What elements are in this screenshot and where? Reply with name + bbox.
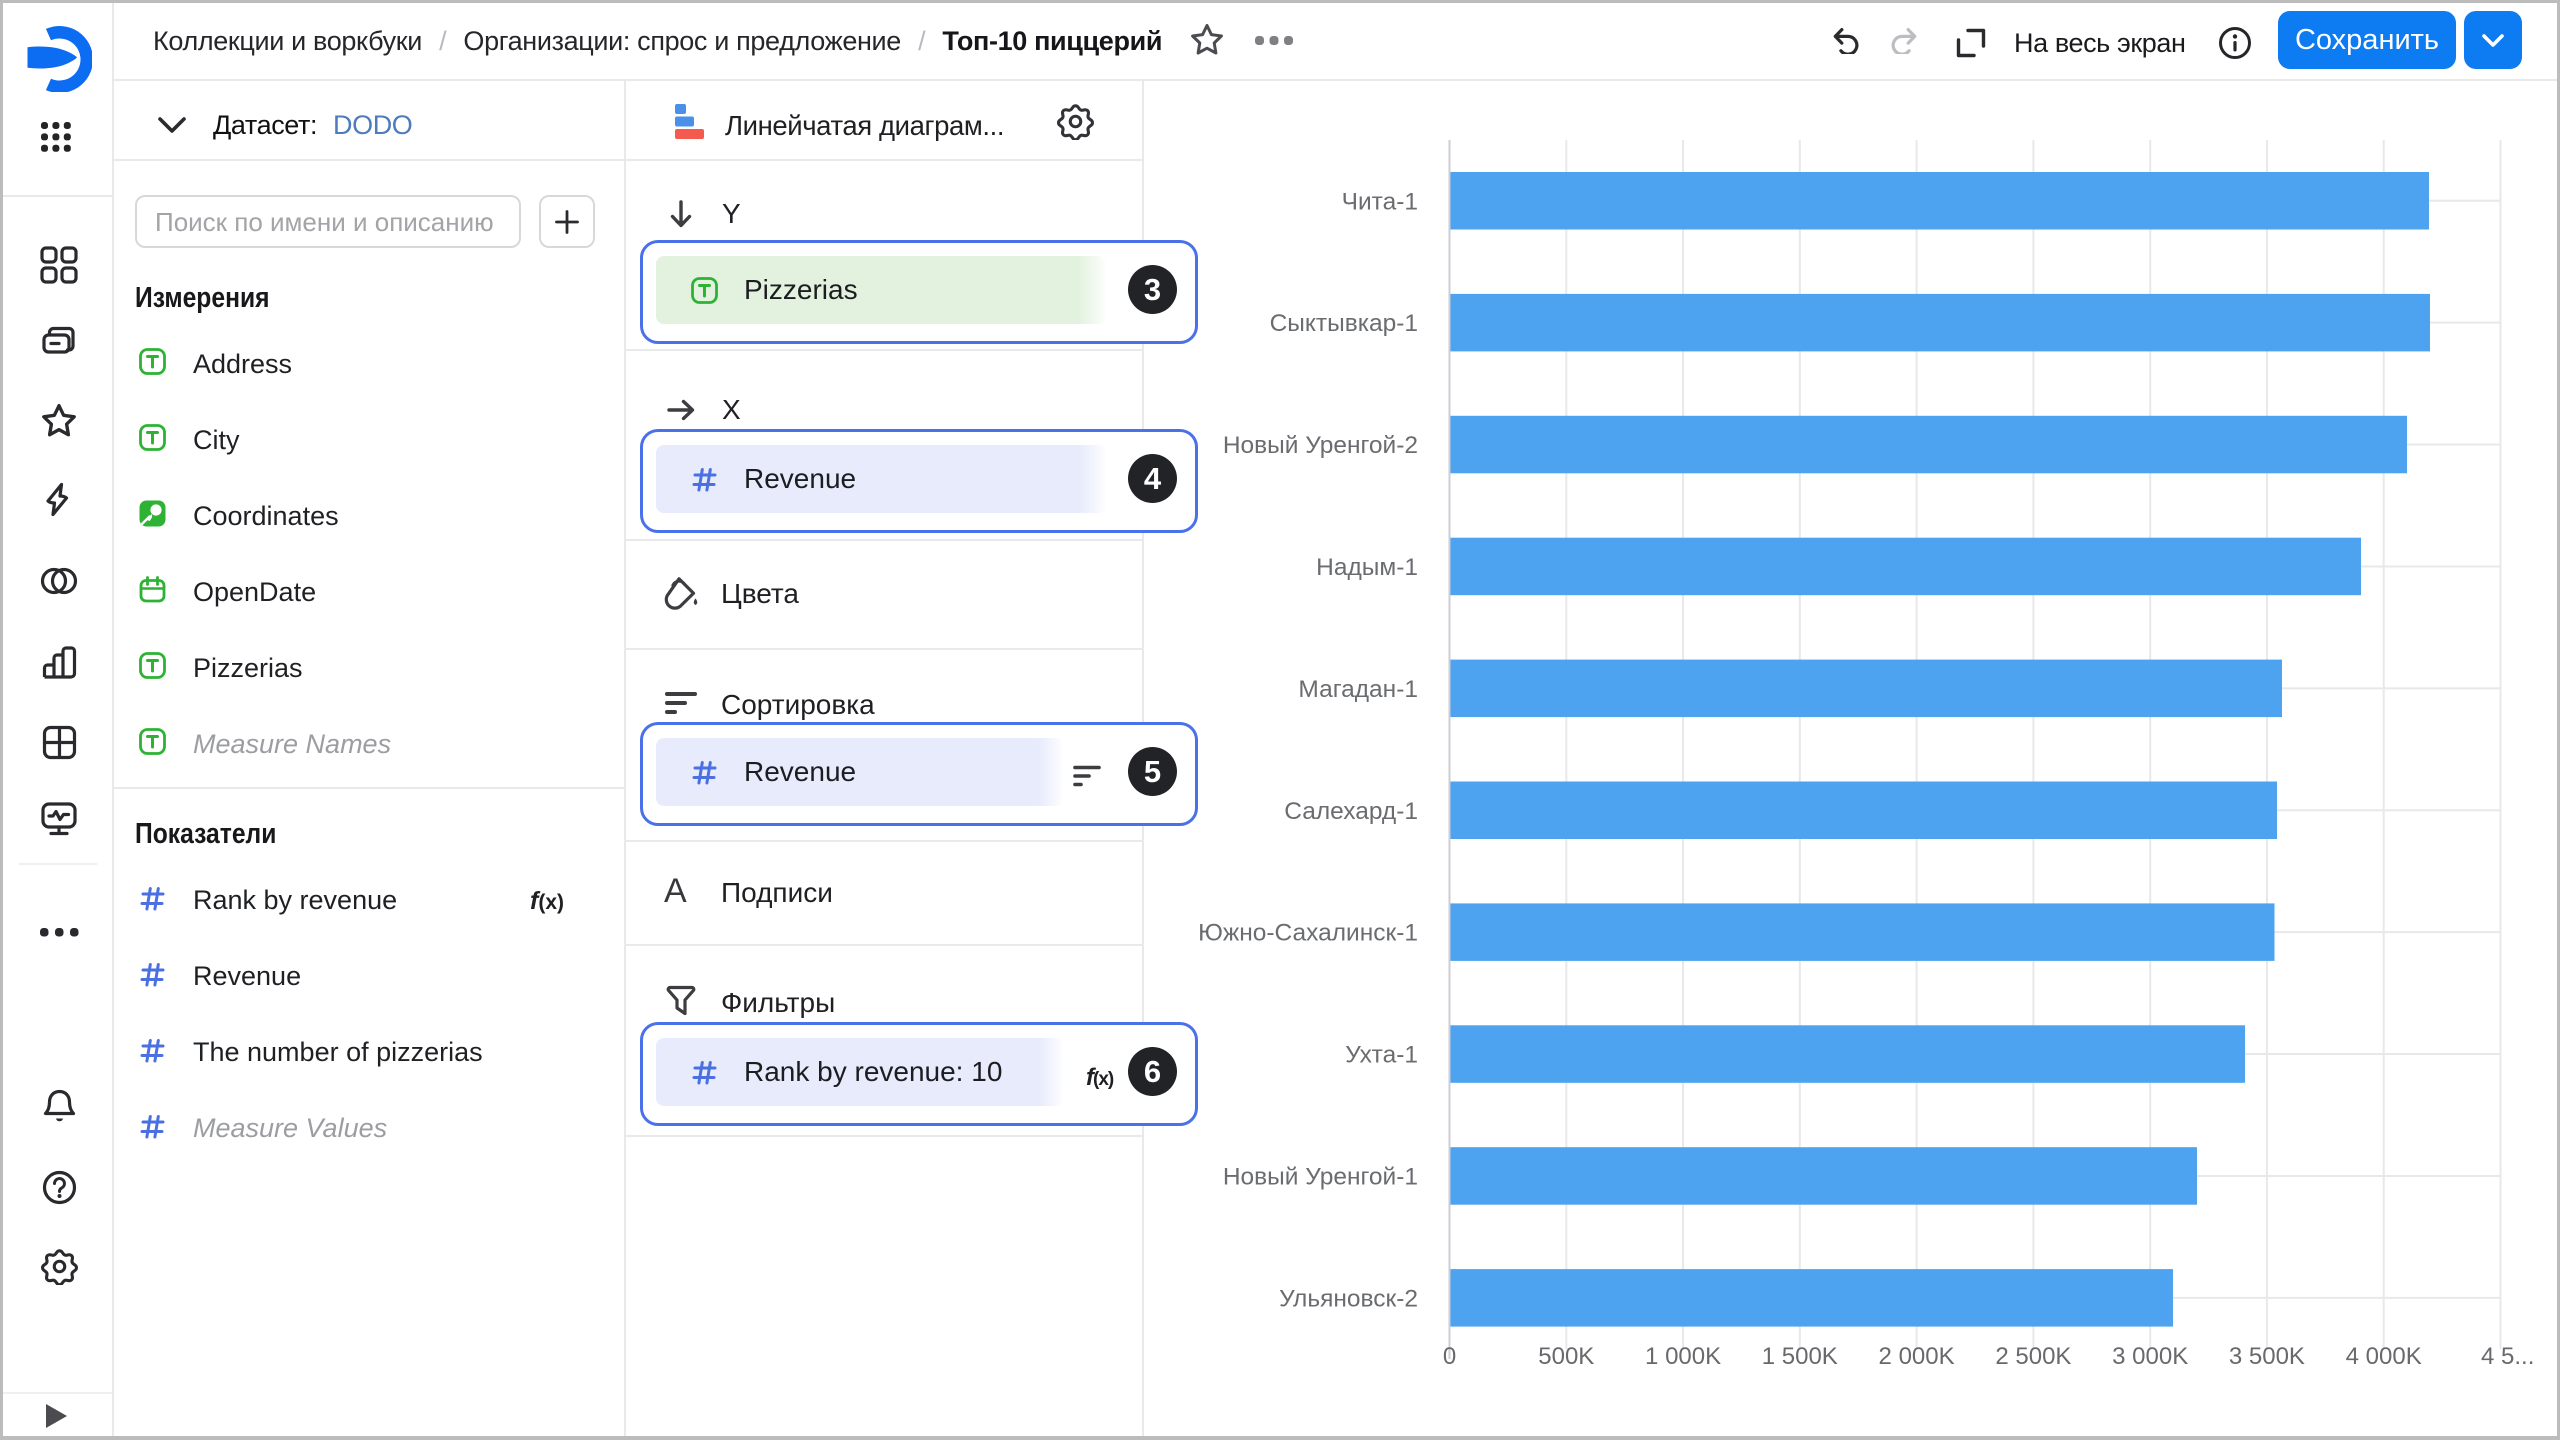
svg-text:3 500K: 3 500K: [2229, 1343, 2305, 1370]
svg-text:Надым-1: Надым-1: [1316, 554, 1418, 581]
svg-text:4 000K: 4 000K: [2346, 1343, 2422, 1370]
svg-text:Салехард-1: Салехард-1: [1284, 798, 1418, 825]
svg-text:2 000K: 2 000K: [1879, 1343, 1955, 1370]
svg-text:Сыктывкар-1: Сыктывкар-1: [1270, 310, 1418, 337]
svg-text:Ухта-1: Ухта-1: [1345, 1042, 1418, 1069]
svg-text:1 000K: 1 000K: [1645, 1343, 1721, 1370]
svg-text:2 500K: 2 500K: [1995, 1343, 2071, 1370]
svg-text:Южно-Сахалинск-1: Южно-Сахалинск-1: [1198, 920, 1418, 947]
svg-text:Новый Уренгой-1: Новый Уренгой-1: [1223, 1164, 1418, 1191]
svg-text:Чита-1: Чита-1: [1342, 188, 1418, 215]
svg-text:4 5...: 4 5...: [2481, 1343, 2534, 1370]
svg-text:Новый Уренгой-2: Новый Уренгой-2: [1223, 432, 1418, 459]
svg-text:3 000K: 3 000K: [2112, 1343, 2188, 1370]
svg-text:1 500K: 1 500K: [1762, 1343, 1838, 1370]
svg-text:0: 0: [1443, 1343, 1456, 1370]
svg-text:500K: 500K: [1538, 1343, 1594, 1370]
svg-text:Ульяновск-2: Ульяновск-2: [1279, 1285, 1418, 1312]
svg-text:Магадан-1: Магадан-1: [1298, 676, 1418, 703]
